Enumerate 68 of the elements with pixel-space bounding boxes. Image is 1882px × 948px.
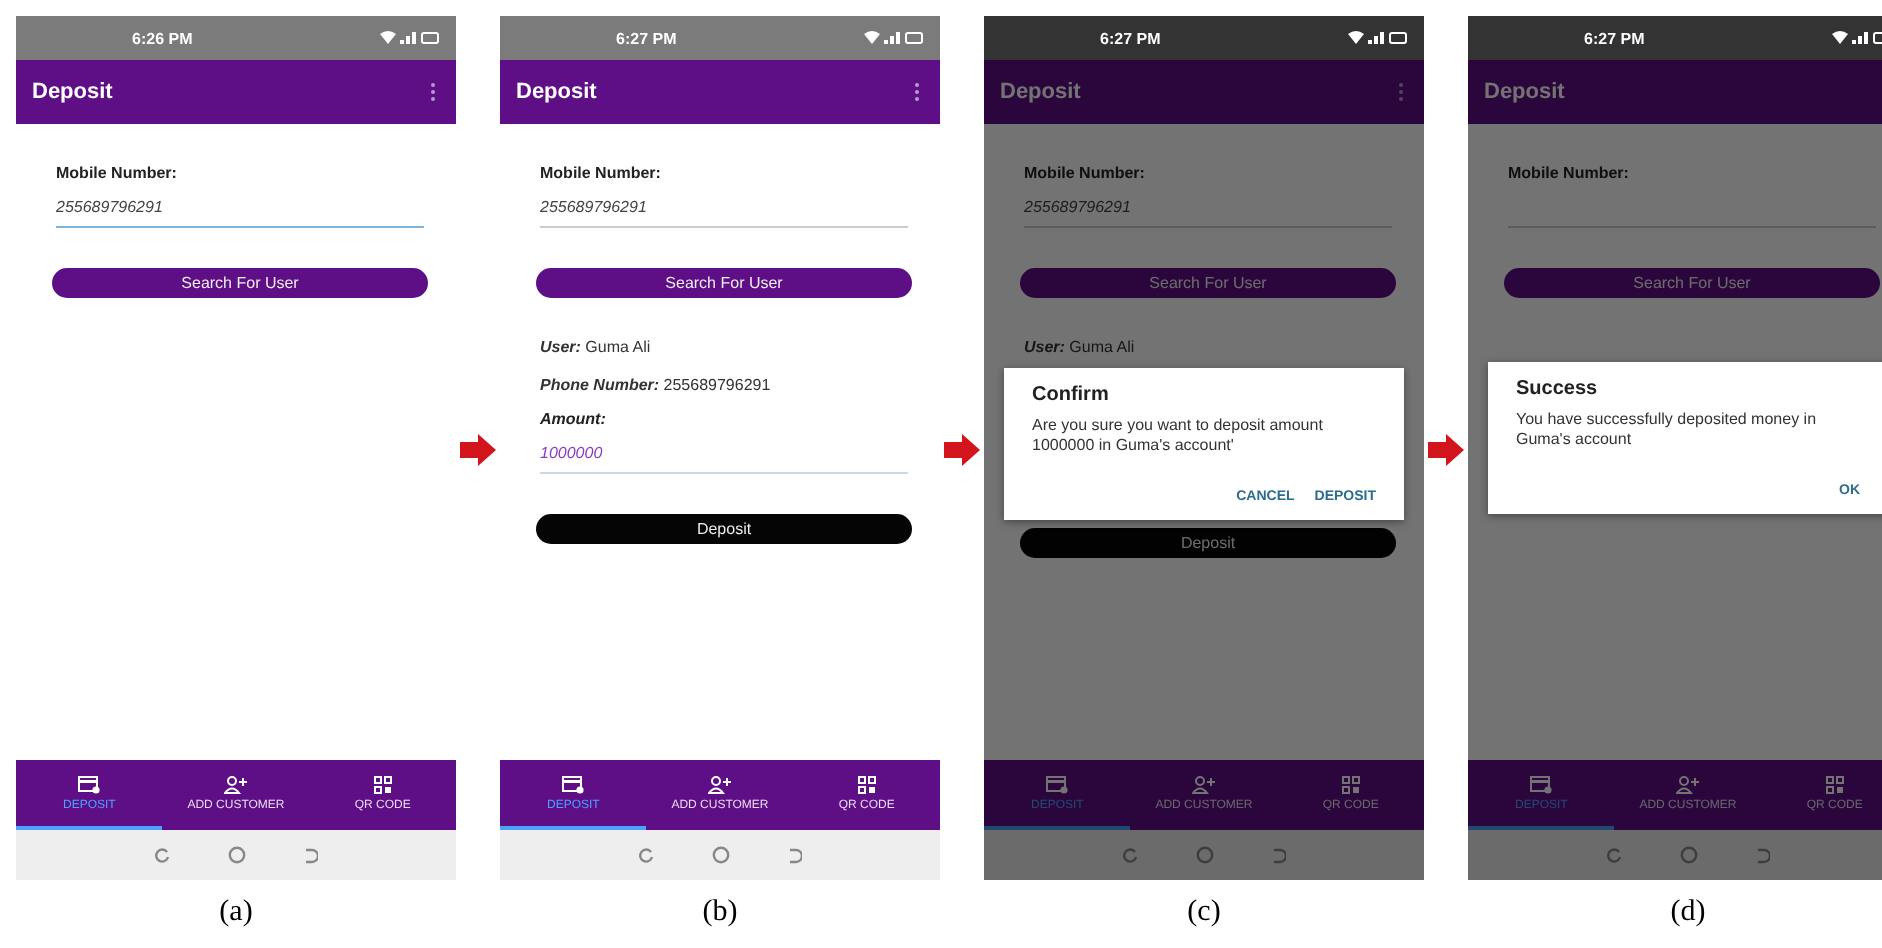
signal-battery-icon [380, 30, 440, 46]
add-person-icon [1675, 775, 1700, 793]
home-icon[interactable] [712, 846, 730, 864]
figure-caption: (b) [702, 896, 738, 930]
search-for-user-button[interactable]: Search For User [1504, 268, 1880, 298]
status-time: 6:27 PM [1584, 29, 1645, 47]
deposit-button[interactable]: Deposit [536, 514, 912, 544]
arrow-icon [460, 434, 496, 466]
field-label: Mobile Number: [1024, 164, 1147, 182]
search-for-user-button[interactable]: Search For User [536, 268, 912, 298]
mobile-number-field[interactable]: 255689796291 [1024, 182, 1392, 228]
card-icon [1530, 775, 1553, 793]
recent-apps-icon[interactable] [638, 847, 654, 863]
field-label: Mobile Number: [1508, 164, 1631, 182]
signal-battery-icon [1832, 30, 1882, 46]
recent-apps-icon[interactable] [1606, 847, 1622, 863]
home-icon[interactable] [228, 846, 246, 864]
card-icon [78, 775, 101, 793]
figure-caption: (a) [219, 896, 253, 930]
dialog-title: Confirm [1032, 384, 1111, 406]
recent-apps-icon[interactable] [154, 847, 170, 863]
figure-caption: (c) [1187, 896, 1221, 930]
qr-code-icon [373, 775, 392, 793]
qr-code-icon [1341, 775, 1360, 793]
field-label: Amount: [540, 410, 608, 428]
app-bar-title: Deposit [1000, 80, 1081, 104]
back-icon[interactable] [304, 847, 318, 863]
search-for-user-button[interactable]: Search For User [52, 268, 428, 298]
user-detail-text: User: Guma Ali [540, 338, 653, 356]
card-icon [1046, 775, 1069, 793]
signal-battery-icon [1348, 30, 1408, 46]
status-time: 6:27 PM [1100, 29, 1161, 47]
dialog-message: You have successfully deposited money in Guma's account [1516, 410, 1819, 450]
field-label: Mobile Number: [56, 164, 179, 182]
status-time: 6:27 PM [616, 29, 677, 47]
card-icon [562, 775, 585, 793]
user-detail-text: User: Guma Ali [1024, 338, 1137, 356]
app-bar-title: Deposit [32, 80, 113, 104]
app-bar-title: Deposit [516, 80, 597, 104]
figure-caption: (d) [1670, 896, 1706, 930]
field-label: Mobile Number: [540, 164, 663, 182]
amount-field[interactable]: 1000000 [540, 428, 908, 474]
arrow-icon [1428, 434, 1464, 466]
more-menu-icon[interactable] [914, 82, 920, 102]
user-detail-text: Phone Number: 255689796291 [540, 376, 773, 394]
search-for-user-button[interactable]: Search For User [1020, 268, 1396, 298]
mobile-number-field[interactable]: 255689796291 [56, 182, 424, 228]
more-menu-icon[interactable] [1398, 82, 1404, 102]
dialog-message: Are you sure you want to deposit amount 1000000 in Guma's account' [1032, 416, 1325, 456]
dialog-title: Success [1516, 378, 1600, 400]
status-time: 6:26 PM [132, 29, 193, 47]
add-person-icon [707, 775, 732, 793]
deposit-button[interactable]: Deposit [1020, 528, 1396, 558]
home-icon[interactable] [1680, 846, 1698, 864]
back-icon[interactable] [1272, 847, 1286, 863]
qr-code-icon [857, 775, 876, 793]
signal-battery-icon [864, 30, 924, 46]
mobile-number-field[interactable]: 255689796291 [540, 182, 908, 228]
home-icon[interactable] [1196, 846, 1214, 864]
add-person-icon [1191, 775, 1216, 793]
qr-code-icon [1825, 775, 1844, 793]
arrow-icon [944, 434, 980, 466]
app-bar-title: Deposit [1484, 80, 1565, 104]
add-person-icon [223, 775, 248, 793]
recent-apps-icon[interactable] [1122, 847, 1138, 863]
more-menu-icon[interactable] [430, 82, 436, 102]
back-icon[interactable] [1756, 847, 1770, 863]
back-icon[interactable] [788, 847, 802, 863]
